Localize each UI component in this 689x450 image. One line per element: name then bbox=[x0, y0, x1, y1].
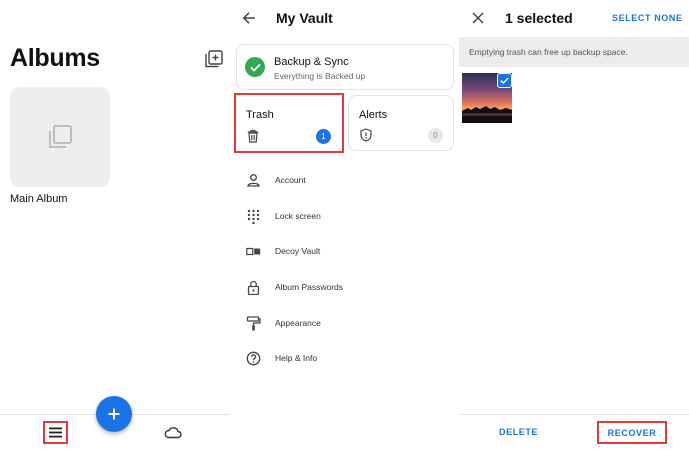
trash-screen: 1 selected SELECT NONE Emptying trash ca… bbox=[459, 0, 689, 450]
menu-item-help-info[interactable]: Help & Info bbox=[230, 341, 459, 377]
album-name: Main Album bbox=[10, 193, 68, 205]
info-banner: Emptying trash can free up backup space. bbox=[459, 37, 689, 67]
album-card[interactable] bbox=[10, 87, 110, 187]
menu-item-label: Decoy Vault bbox=[275, 246, 321, 257]
decoy-icon bbox=[246, 248, 261, 256]
shield-alert-icon bbox=[360, 128, 372, 142]
vault-screen: My Vault Backup & Sync Everything is Bac… bbox=[230, 0, 459, 450]
album-placeholder-icon bbox=[49, 125, 72, 148]
sync-status: Everything is Backed up bbox=[274, 71, 366, 81]
menu-item-label: Help & Info bbox=[275, 353, 318, 364]
recover-button[interactable]: RECOVER bbox=[597, 421, 667, 444]
alerts-count-badge: 0 bbox=[428, 128, 443, 143]
paint-roller-icon bbox=[246, 316, 261, 331]
plus-icon bbox=[108, 408, 120, 420]
sync-title: Backup & Sync bbox=[274, 56, 349, 68]
menu-item-label: Album Passwords bbox=[275, 282, 344, 293]
trash-icon bbox=[247, 129, 259, 143]
menu-item-album-passwords[interactable]: Album Passwords bbox=[230, 270, 459, 306]
select-none-button[interactable]: SELECT NONE bbox=[612, 13, 683, 23]
info-text: Emptying trash can free up backup space. bbox=[469, 47, 628, 57]
menu-item-label: Account bbox=[275, 175, 306, 185]
backup-sync-card[interactable]: Backup & Sync Everything is Backed up bbox=[236, 44, 454, 90]
menu-item-lock-screen[interactable]: Lock screen bbox=[230, 199, 459, 235]
settings-list: Account Lock screen Decoy Vault Album Pa… bbox=[230, 163, 459, 377]
alerts-card[interactable]: Alerts 0 bbox=[348, 95, 454, 151]
close-icon[interactable] bbox=[472, 12, 484, 24]
vault-header: My Vault bbox=[230, 0, 459, 38]
menu-button[interactable] bbox=[43, 421, 68, 444]
trash-card[interactable]: Trash 1 bbox=[234, 93, 344, 153]
delete-button[interactable]: DELETE bbox=[499, 427, 538, 437]
trash-count-badge: 1 bbox=[316, 129, 331, 144]
alerts-label: Alerts bbox=[359, 109, 388, 121]
hamburger-menu-icon bbox=[49, 427, 62, 438]
lock-icon bbox=[247, 280, 260, 296]
back-arrow-icon[interactable] bbox=[242, 11, 256, 25]
person-icon bbox=[247, 174, 260, 187]
menu-item-decoy-vault[interactable]: Decoy Vault bbox=[230, 234, 459, 270]
keypad-icon bbox=[247, 209, 260, 224]
check-circle-icon bbox=[245, 57, 265, 77]
check-icon bbox=[500, 77, 509, 84]
page-title: Albums bbox=[10, 44, 100, 72]
add-fab-button[interactable] bbox=[96, 396, 132, 432]
page-title: My Vault bbox=[276, 10, 333, 26]
albums-screen: Albums Main Album bbox=[0, 0, 230, 450]
menu-item-account[interactable]: Account bbox=[230, 163, 459, 199]
menu-item-label: Lock screen bbox=[275, 210, 321, 221]
menu-item-appearance[interactable]: Appearance bbox=[230, 306, 459, 342]
help-icon bbox=[246, 352, 261, 366]
cloud-icon[interactable] bbox=[164, 425, 182, 439]
trash-label: Trash bbox=[246, 109, 274, 121]
selection-count-title: 1 selected bbox=[505, 10, 573, 26]
selected-checkbox[interactable] bbox=[497, 73, 512, 88]
menu-item-label: Appearance bbox=[275, 317, 321, 328]
add-album-icon[interactable] bbox=[205, 50, 223, 68]
